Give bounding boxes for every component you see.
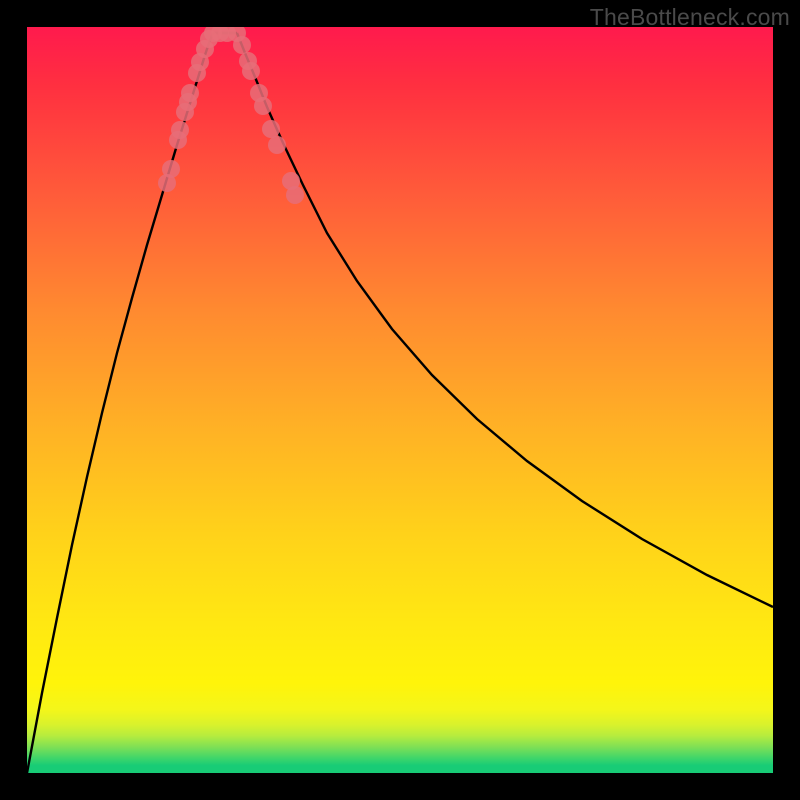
data-marker bbox=[162, 160, 180, 178]
data-marker bbox=[254, 97, 272, 115]
data-marker bbox=[171, 121, 189, 139]
data-marker bbox=[233, 36, 251, 54]
data-marker bbox=[268, 136, 286, 154]
markers-left bbox=[158, 27, 236, 192]
data-marker bbox=[181, 84, 199, 102]
data-marker bbox=[242, 62, 260, 80]
plot-area bbox=[27, 27, 773, 773]
curve-right bbox=[237, 33, 773, 607]
markers-right bbox=[228, 27, 304, 204]
data-marker bbox=[286, 186, 304, 204]
data-marker bbox=[262, 120, 280, 138]
curve-layer bbox=[27, 27, 773, 773]
